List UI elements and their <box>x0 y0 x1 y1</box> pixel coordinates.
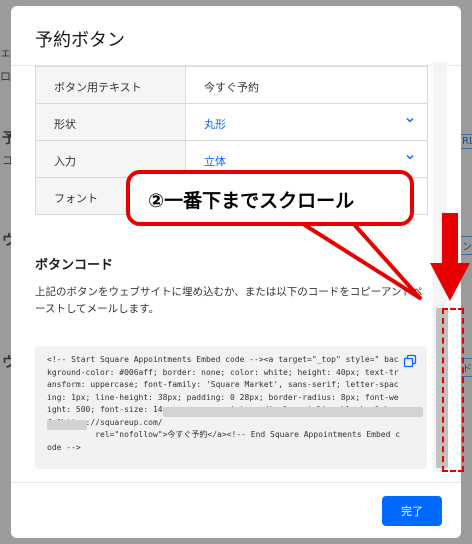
dialog-content: ボタン用テキスト 今すぐ予約 形状 丸形 入力 立体 フォント ボタンコード 上… <box>11 66 461 481</box>
embed-code-text[interactable]: <!-- Start Square Appointments Embed cod… <box>47 354 403 454</box>
embed-code-box[interactable]: <!-- Start Square Appointments Embed cod… <box>35 346 427 469</box>
done-button[interactable]: 完了 <box>382 496 442 526</box>
dialog-header: 予約ボタン <box>11 6 461 66</box>
chevron-down-icon <box>405 114 415 128</box>
settings-row-shape[interactable]: 形状 丸形 <box>36 103 427 140</box>
settings-label: 形状 <box>36 104 186 140</box>
redacted-url <box>163 407 423 417</box>
scrollbar-highlight-box <box>442 308 464 472</box>
dialog-title: 予約ボタン <box>35 30 125 51</box>
settings-row-text[interactable]: ボタン用テキスト 今すぐ予約 <box>36 66 427 103</box>
redacted-url <box>47 420 87 430</box>
shape-select-value: 丸形 <box>204 118 226 131</box>
annotation-callout: ②一番下までスクロール <box>126 170 414 226</box>
shape-select[interactable]: 丸形 <box>186 104 427 140</box>
settings-label: ボタン用テキスト <box>36 67 186 103</box>
input-style-value: 立体 <box>204 155 226 168</box>
reservation-button-dialog: 予約ボタン ボタン用テキスト 今すぐ予約 形状 丸形 入力 立体 フォント ボタ… <box>11 6 461 538</box>
red-down-arrow-icon <box>430 213 470 301</box>
chevron-down-icon <box>405 151 415 165</box>
copy-icon[interactable] <box>403 354 417 368</box>
annotation-callout-text: ②一番下までスクロール <box>148 190 355 212</box>
dialog-footer: 完了 <box>11 482 461 538</box>
button-code-heading: ボタンコード <box>35 258 114 273</box>
button-code-description: 上記のボタンをウェブサイトに埋め込むか、または以下のコードをコピーアンドペースト… <box>35 286 423 315</box>
button-text-value[interactable]: 今すぐ予約 <box>186 67 427 103</box>
